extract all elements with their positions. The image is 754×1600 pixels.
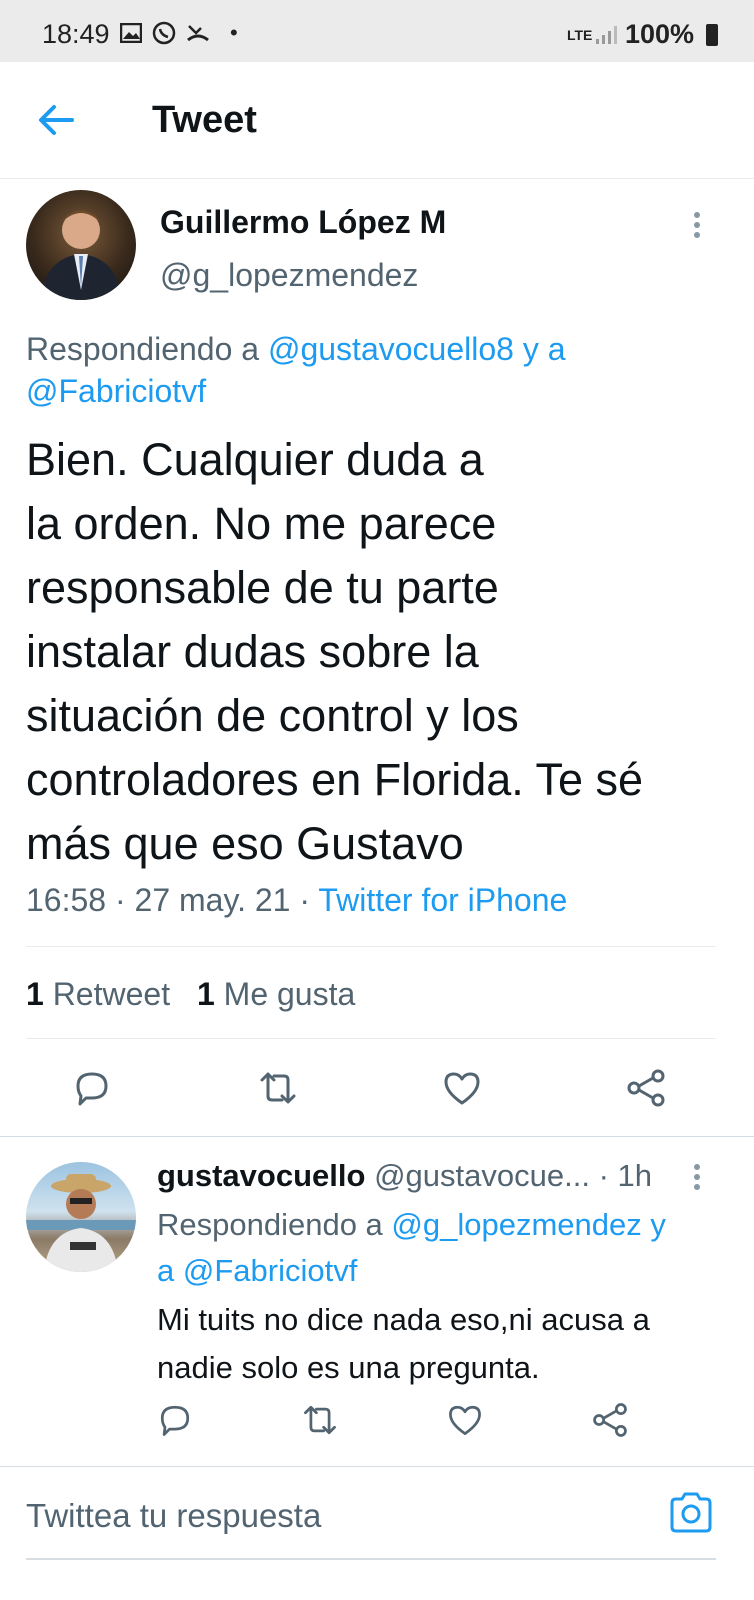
avatar[interactable] xyxy=(26,1162,136,1272)
replying-to: Respondiendo a @g_lopezmendez y a @Fabri… xyxy=(157,1202,727,1294)
camera-icon[interactable] xyxy=(668,1489,714,1535)
tweet-text-line: situación de control y los xyxy=(26,690,519,741)
author-name[interactable]: gustavocuello xyxy=(157,1158,365,1193)
share-icon[interactable] xyxy=(590,1400,630,1440)
status-bar: 18:49 • LTE 100% xyxy=(0,0,754,62)
missed-call-icon xyxy=(187,25,209,42)
divider xyxy=(26,1038,716,1039)
replying-user-link[interactable]: @g_lopezmendez xyxy=(391,1207,641,1242)
tweet-text-line: instalar dudas sobre la xyxy=(26,626,479,677)
share-icon[interactable] xyxy=(624,1066,668,1110)
app-bar: Tweet xyxy=(0,62,754,179)
tweet-text: Mi tuits no dice nada eso,ni acusa a nad… xyxy=(157,1296,727,1392)
avatar-image xyxy=(26,1174,136,1272)
whatsapp-icon xyxy=(152,21,176,45)
tweet-text-line: Mi tuits no dice nada eso,ni acusa a xyxy=(157,1302,650,1337)
more-options-icon[interactable] xyxy=(694,208,700,242)
divider xyxy=(26,1558,716,1560)
like-label: Me gusta xyxy=(223,976,356,1012)
retweet-label: Retweet xyxy=(52,976,171,1012)
like-icon[interactable] xyxy=(440,1066,484,1110)
tweet-meta: 16:58 · 27 may. 21 · Twitter for iPhone xyxy=(26,882,567,919)
image-icon xyxy=(120,23,142,43)
retweet-icon[interactable] xyxy=(256,1066,300,1110)
author-handle[interactable]: @g_lopezmendez xyxy=(160,257,418,294)
reply-header: gustavocuello @gustavocue... · 1h xyxy=(157,1158,687,1194)
arrow-left-icon[interactable] xyxy=(32,95,82,145)
meta-separator: · xyxy=(290,882,319,918)
replying-prefix: Respondiendo a xyxy=(157,1207,392,1242)
replying-join: y xyxy=(641,1207,666,1242)
author-name[interactable]: Guillermo López M xyxy=(160,204,446,241)
engagement-stats: 1 Retweet 1 Me gusta xyxy=(26,976,355,1013)
network-type: LTE xyxy=(566,26,593,43)
author-handle[interactable]: @gustavocue... xyxy=(374,1158,590,1193)
more-options-icon[interactable] xyxy=(694,1160,700,1194)
reply-composer: Twittea tu respuesta xyxy=(0,1466,754,1567)
replying-join: a xyxy=(157,1253,183,1288)
meta-separator: · xyxy=(106,882,135,918)
avatar[interactable] xyxy=(26,190,136,300)
tweet-age: · 1h xyxy=(598,1158,652,1193)
reply-icon[interactable] xyxy=(155,1400,195,1440)
status-time: 18:49 xyxy=(42,19,110,49)
replying-join: y a xyxy=(513,331,566,367)
like-count: 1 xyxy=(196,976,215,1012)
tweet-text-line: controladores en Florida. Te sé xyxy=(26,754,644,805)
page-title: Tweet xyxy=(152,99,257,141)
tweet-source-link[interactable]: Twitter for iPhone xyxy=(318,882,567,918)
status-right: LTE 100% xyxy=(567,19,718,50)
avatar-image xyxy=(41,210,121,300)
tweet-text-line: la orden. No me parece xyxy=(26,498,497,549)
tweet-text-line: responsable de tu parte xyxy=(26,562,499,613)
replying-user-link[interactable]: @gustavocuello8 xyxy=(268,331,514,367)
reply-icon[interactable] xyxy=(70,1066,114,1110)
divider xyxy=(0,1136,754,1137)
divider xyxy=(26,946,716,947)
like-stat[interactable]: 1 Me gusta xyxy=(197,976,355,1012)
retweet-stat[interactable]: 1 Retweet xyxy=(26,976,179,1012)
replying-to: Respondiendo a @gustavocuello8 y a @Fabr… xyxy=(26,328,726,412)
replying-user-link[interactable]: @Fabriciotvf xyxy=(26,373,206,409)
tweet-time: 16:58 xyxy=(26,882,107,918)
tweet-text-line: Bien. Cualquier duda a xyxy=(26,434,484,485)
signal-icon xyxy=(595,25,617,44)
retweet-count: 1 xyxy=(26,976,44,1012)
tweet-text-line: nadie solo es una pregunta. xyxy=(157,1350,540,1385)
tweet-text: Bien. Cualquier duda a la orden. No me p… xyxy=(26,428,746,876)
battery-percent: 100% xyxy=(624,19,694,49)
status-notification-icons: • xyxy=(120,20,238,46)
status-dot: • xyxy=(230,20,238,45)
like-icon[interactable] xyxy=(445,1400,485,1440)
reply-input[interactable]: Twittea tu respuesta xyxy=(26,1497,321,1535)
tweet-date: 27 may. 21 xyxy=(134,882,291,918)
replying-prefix: Respondiendo a xyxy=(26,331,268,367)
replying-user-link[interactable]: @Fabriciotvf xyxy=(183,1253,357,1288)
retweet-icon[interactable] xyxy=(300,1400,340,1440)
battery-icon xyxy=(706,23,718,46)
tweet-text-line: más que eso Gustavo xyxy=(26,818,464,869)
